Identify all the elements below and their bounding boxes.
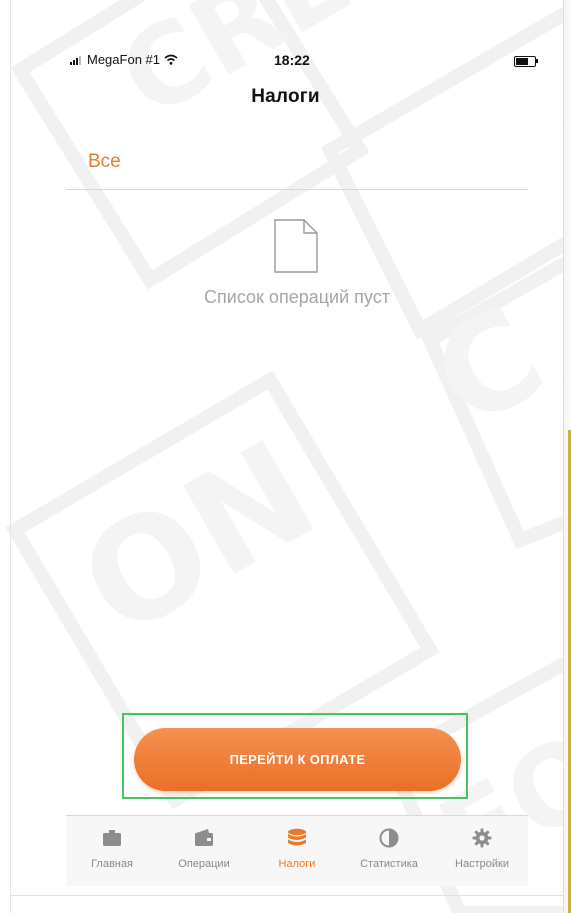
tab-statistics[interactable]: Статистика: [343, 816, 435, 886]
signal-strength-icon: [70, 55, 81, 65]
pie-chart-icon: [378, 828, 400, 848]
frame-edge-right-line: [563, 0, 564, 913]
app-screenshot: CRE ON C FO MegaFon #1 18:22 Налоги Все: [0, 0, 571, 913]
frame-edge-bottom: [10, 895, 564, 896]
filter-divider: [66, 189, 528, 190]
document-icon: [274, 219, 318, 273]
tab-statistics-label: Статистика: [360, 858, 418, 870]
pay-button[interactable]: ПЕРЕЙТИ К ОПЛАТЕ: [134, 728, 461, 791]
tab-bar: Главная Операции Налоги Статистика Настр…: [66, 815, 528, 886]
tab-operations[interactable]: Операции: [158, 816, 250, 886]
status-bar: MegaFon #1 18:22: [70, 52, 540, 72]
tab-home-label: Главная: [91, 858, 133, 870]
briefcase-icon: [101, 828, 123, 848]
battery-icon: [514, 56, 538, 67]
gear-icon: [471, 828, 493, 848]
status-left: MegaFon #1: [70, 52, 178, 67]
tab-taxes-label: Налоги: [278, 858, 316, 870]
carrier-name: MegaFon #1: [87, 52, 160, 67]
svg-text:ON: ON: [56, 410, 342, 669]
tab-operations-label: Операции: [178, 858, 230, 870]
empty-state-message: Список операций пуст: [204, 287, 390, 307]
wifi-icon: [164, 54, 178, 65]
tab-taxes[interactable]: Налоги: [251, 816, 343, 886]
wallet-icon: [193, 828, 215, 848]
tab-settings[interactable]: Настройки: [436, 816, 528, 886]
tab-settings-label: Настройки: [455, 858, 509, 870]
page-title: Налоги: [251, 86, 320, 107]
tab-home[interactable]: Главная: [66, 816, 158, 886]
filter-all-tab[interactable]: Все: [88, 151, 121, 173]
coins-stack-icon: [286, 828, 308, 848]
frame-edge-left: [10, 0, 11, 913]
status-time: 18:22: [274, 52, 310, 68]
